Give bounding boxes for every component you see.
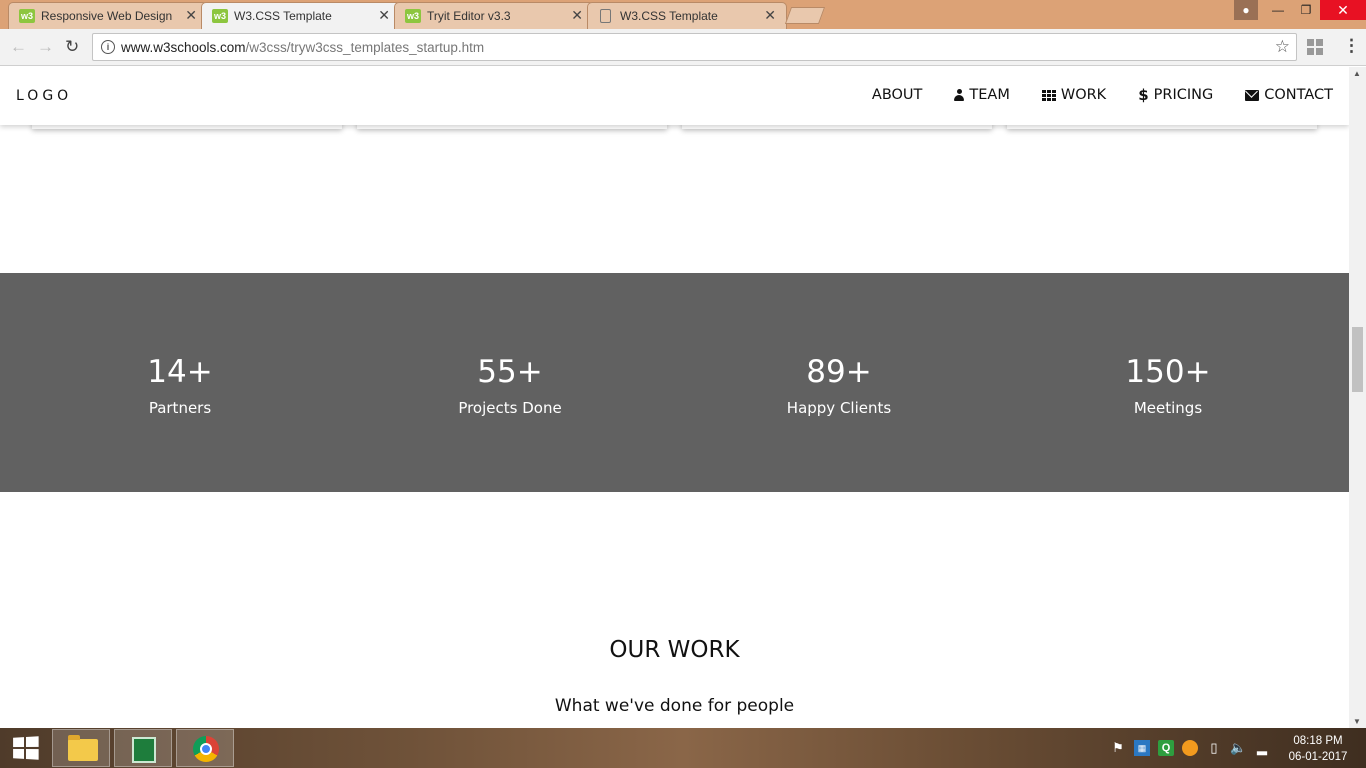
browser-toolbar: ← → ↻ i www.w3schools.com/w3css/tryw3css…: [0, 29, 1366, 66]
stat-number: 150+: [1125, 354, 1211, 390]
tab-close-icon[interactable]: ✕: [764, 7, 776, 24]
nav-team[interactable]: TEAM: [938, 86, 1025, 104]
stat-label: Projects Done: [458, 399, 562, 417]
logo-link[interactable]: LOGO: [16, 88, 72, 104]
signal-icon[interactable]: ▂: [1254, 740, 1270, 756]
stat-meetings: 150+ Meetings: [1018, 353, 1318, 417]
device-icon[interactable]: ▯: [1206, 740, 1222, 756]
stat-partners: 14+ Partners: [30, 353, 330, 417]
volume-icon[interactable]: 🔈: [1230, 740, 1246, 756]
q-app-icon[interactable]: Q: [1158, 740, 1174, 756]
tab-label: W3.CSS Template: [620, 9, 718, 23]
tab-label: W3.CSS Template: [234, 9, 332, 23]
th-grid-icon: [1041, 89, 1056, 101]
url-host: www.w3schools.com: [121, 40, 246, 55]
scroll-up-arrow-icon[interactable]: ▲: [1353, 69, 1361, 78]
nav-label: PRICING: [1153, 87, 1214, 103]
chrome-icon: [193, 736, 219, 762]
minimize-icon[interactable]: —: [1264, 0, 1292, 20]
browser-tab-active[interactable]: w3 W3.CSS Template ✕: [201, 2, 401, 29]
tab-label: Tryit Editor v3.3: [427, 9, 511, 23]
nav-about[interactable]: ABOUT: [856, 86, 939, 104]
w3schools-favicon-icon: w3: [19, 9, 35, 23]
scrollbar-thumb[interactable]: [1352, 327, 1363, 392]
user-profile-icon[interactable]: ●: [1234, 0, 1258, 20]
url-text: www.w3schools.com/w3css/tryw3css_templat…: [121, 40, 484, 55]
network-app-icon[interactable]: ▦: [1134, 740, 1150, 756]
back-arrow-icon[interactable]: ←: [10, 37, 27, 57]
top-navbar: LOGO ABOUT TEAM WORK $ PRICING CONTACT: [0, 67, 1349, 125]
update-icon[interactable]: [1182, 740, 1198, 756]
section-title: OUR WORK: [609, 637, 740, 663]
stat-number: 55+: [477, 354, 543, 390]
window-close-icon[interactable]: ✕: [1320, 0, 1366, 20]
reload-icon[interactable]: ↻: [65, 37, 79, 57]
stats-section: 14+ Partners 55+ Projects Done 89+ Happy…: [0, 273, 1349, 492]
user-icon: [954, 89, 965, 101]
folder-icon: [68, 735, 98, 761]
nav-pricing[interactable]: $ PRICING: [1122, 86, 1229, 104]
envelope-icon: [1245, 89, 1260, 101]
nav-label: CONTACT: [1264, 87, 1333, 103]
spreadsheet-icon: [132, 737, 156, 763]
tab-close-icon[interactable]: ✕: [185, 7, 197, 24]
taskbar-chrome[interactable]: [176, 729, 234, 767]
address-bar[interactable]: i www.w3schools.com/w3css/tryw3css_templ…: [92, 33, 1297, 61]
windows-start-icon[interactable]: [13, 736, 39, 760]
info-icon[interactable]: i: [101, 40, 115, 54]
new-tab-button[interactable]: [784, 7, 826, 24]
stat-clients: 89+ Happy Clients: [689, 353, 989, 417]
clock-time: 08:18 PM: [1293, 735, 1343, 747]
system-tray: ⚑ ▦ Q ▯ 🔈 ▂: [1110, 740, 1270, 756]
browser-tab[interactable]: w3 Responsive Web Design ✕: [8, 2, 208, 29]
nav-contact[interactable]: CONTACT: [1229, 86, 1333, 104]
forward-arrow-icon[interactable]: →: [37, 37, 54, 57]
restore-icon[interactable]: ❐: [1292, 0, 1320, 20]
stat-projects: 55+ Projects Done: [360, 353, 660, 417]
w3schools-favicon-icon: w3: [405, 9, 421, 23]
tab-close-icon[interactable]: ✕: [378, 7, 390, 24]
tab-label: Responsive Web Design: [41, 9, 173, 23]
stat-number: 89+: [806, 354, 872, 390]
page-viewport: LOGO ABOUT TEAM WORK $ PRICING CONTACT 1…: [0, 67, 1349, 728]
section-subtitle: What we've done for people: [554, 696, 795, 716]
stat-label: Meetings: [1133, 399, 1203, 417]
stat-label: Happy Clients: [786, 399, 892, 417]
nav-label: TEAM: [969, 87, 1010, 103]
stat-label: Partners: [148, 399, 212, 417]
taskbar-file-explorer[interactable]: [52, 729, 110, 767]
browser-tab-strip: w3 Responsive Web Design ✕ w3 W3.CSS Tem…: [0, 0, 1366, 29]
apps-grid-icon[interactable]: [1307, 39, 1323, 55]
page-scrollbar[interactable]: ▲ ▼: [1349, 67, 1366, 728]
browser-tab[interactable]: w3 Tryit Editor v3.3 ✕: [394, 2, 594, 29]
dollar-icon: $: [1138, 86, 1149, 104]
bookmark-star-icon[interactable]: ☆: [1275, 37, 1290, 57]
flag-icon[interactable]: ⚑: [1110, 740, 1126, 756]
nav-work[interactable]: WORK: [1026, 86, 1122, 104]
url-path: /w3css/tryw3css_templates_startup.htm: [245, 40, 485, 55]
stat-number: 14+: [147, 354, 213, 390]
taskbar-spreadsheet-app[interactable]: [114, 729, 172, 767]
w3schools-favicon-icon: w3: [212, 9, 228, 23]
taskbar-clock[interactable]: 08:18 PM 06-01-2017: [1284, 733, 1352, 765]
window-controls: ● — ❐ ✕: [1234, 0, 1366, 22]
clock-date: 06-01-2017: [1288, 751, 1348, 763]
scroll-down-arrow-icon[interactable]: ▼: [1353, 717, 1361, 726]
windows-taskbar: ⚑ ▦ Q ▯ 🔈 ▂ 08:18 PM 06-01-2017: [0, 728, 1366, 768]
nav-label: WORK: [1060, 87, 1107, 103]
document-favicon-icon: [600, 9, 611, 23]
browser-menu-icon[interactable]: ⋮: [1343, 36, 1360, 56]
browser-tab[interactable]: W3.CSS Template ✕: [587, 2, 787, 29]
nav-label: ABOUT: [871, 87, 923, 103]
tab-close-icon[interactable]: ✕: [571, 7, 583, 24]
nav-links: ABOUT TEAM WORK $ PRICING CONTACT: [856, 86, 1333, 104]
